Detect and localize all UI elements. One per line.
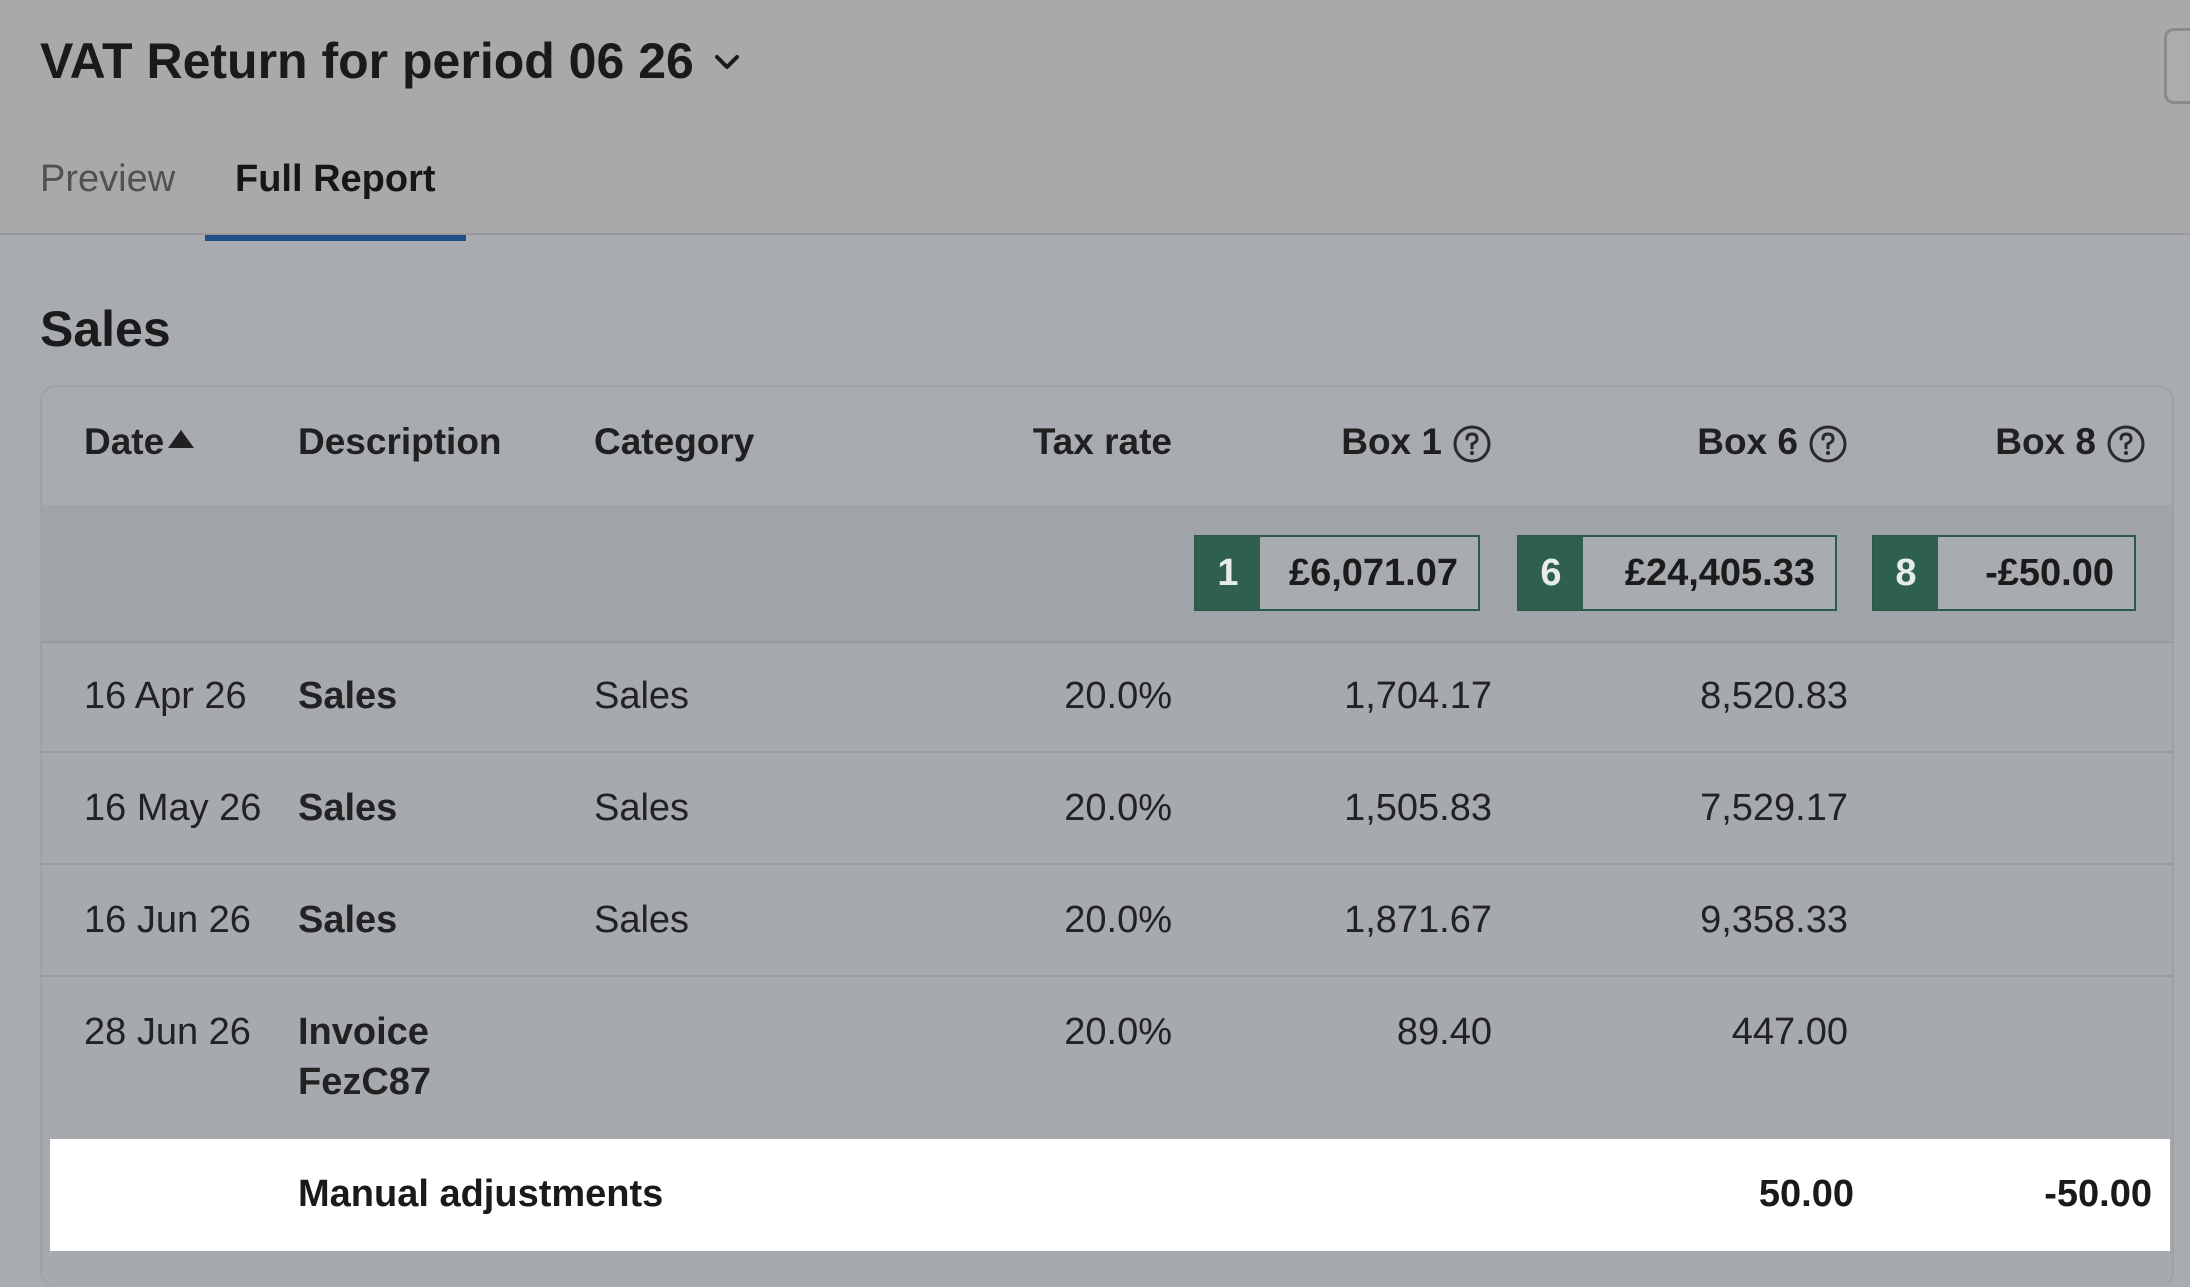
row-box1: 1,704.17 bbox=[1344, 675, 1492, 717]
help-icon[interactable] bbox=[1452, 424, 1492, 464]
box8-total-badge: 8 -£50.00 bbox=[1872, 535, 2136, 611]
row-tax-rate: 20.0% bbox=[1064, 1011, 1172, 1053]
box-amount: £24,405.33 bbox=[1624, 551, 1815, 594]
column-header-box6: Box 6 bbox=[1697, 421, 1848, 464]
box-number: 1 bbox=[1196, 537, 1260, 609]
box-number: 6 bbox=[1519, 537, 1583, 609]
row-category: Sales bbox=[594, 899, 690, 941]
manual-adjustments-row[interactable]: Manual adjustments 50.00 -50.00 bbox=[50, 1139, 2170, 1251]
row-box6: 9,358.33 bbox=[1700, 899, 1848, 941]
chevron-down-icon[interactable] bbox=[714, 54, 740, 72]
box-amount: -£50.00 bbox=[1985, 551, 2114, 594]
row-category: Sales bbox=[594, 787, 690, 829]
row-description-link[interactable]: Sales bbox=[298, 899, 397, 942]
manual-adjustments-label: Manual adjustments bbox=[298, 1173, 664, 1215]
title-row[interactable]: VAT Return for period 06 26 bbox=[40, 32, 740, 90]
box-amount: £6,071.07 bbox=[1288, 551, 1458, 594]
vat-table: Date Description Category Tax rate Box 1… bbox=[40, 385, 2174, 1287]
table-header-row: Date Description Category Tax rate Box 1… bbox=[42, 387, 2172, 507]
table-row: 16 May 26 Sales Sales 20.0% 1,505.83 7,5… bbox=[42, 753, 2172, 865]
row-date: 16 Apr 26 bbox=[84, 675, 247, 717]
row-box1: 1,871.67 bbox=[1344, 899, 1492, 941]
column-header-tax-rate[interactable]: Tax rate bbox=[1033, 421, 1172, 463]
row-box1: 89.40 bbox=[1396, 1011, 1492, 1053]
page-header: VAT Return for period 06 26 Preview Full… bbox=[0, 0, 2190, 241]
page-title: VAT Return for period 06 26 bbox=[40, 33, 694, 89]
table-row: 28 Jun 26 Invoice FezC87 20.0% 89.40 447… bbox=[42, 977, 2172, 1137]
box1-total-badge: 1 £6,071.07 bbox=[1194, 535, 1480, 611]
row-box1: 1,505.83 bbox=[1344, 787, 1492, 829]
table-row: 16 Jun 26 Sales Sales 20.0% 1,871.67 9,3… bbox=[42, 865, 2172, 977]
help-icon[interactable] bbox=[2106, 424, 2146, 464]
row-description-link[interactable]: Sales bbox=[298, 675, 397, 718]
box-number: 8 bbox=[1874, 537, 1938, 609]
tab-preview[interactable]: Preview bbox=[40, 152, 205, 229]
column-header-category[interactable]: Category bbox=[594, 421, 754, 463]
column-header-description[interactable]: Description bbox=[298, 421, 502, 463]
row-date: 16 May 26 bbox=[84, 787, 262, 829]
column-header-box1: Box 1 bbox=[1341, 421, 1492, 464]
row-description-link[interactable]: Invoice FezC87 bbox=[298, 1007, 498, 1107]
row-box6: 8,520.83 bbox=[1700, 675, 1848, 717]
manual-adjustments-box6: 50.00 bbox=[1758, 1173, 1854, 1215]
row-date: 28 Jun 26 bbox=[84, 1011, 251, 1053]
totals-row: 1 £6,071.07 6 £24,405.33 8 -£50.00 bbox=[42, 505, 2172, 643]
table-row: 16 Apr 26 Sales Sales 20.0% 1,704.17 8,5… bbox=[42, 641, 2172, 753]
row-box6: 7,529.17 bbox=[1700, 787, 1848, 829]
row-box6: 447.00 bbox=[1731, 1011, 1848, 1053]
row-date: 16 Jun 26 bbox=[84, 899, 251, 941]
tab-full-report[interactable]: Full Report bbox=[205, 152, 466, 241]
row-tax-rate: 20.0% bbox=[1064, 675, 1172, 717]
row-description-link[interactable]: Sales bbox=[298, 787, 397, 830]
section-title: Sales bbox=[40, 301, 171, 357]
column-header-date[interactable]: Date bbox=[84, 421, 195, 463]
row-category: Sales bbox=[594, 675, 690, 717]
row-tax-rate: 20.0% bbox=[1064, 787, 1172, 829]
manual-adjustments-box8: -50.00 bbox=[2044, 1173, 2152, 1215]
column-header-box8: Box 8 bbox=[1995, 421, 2146, 464]
sort-ascending-icon bbox=[168, 430, 195, 448]
row-tax-rate: 20.0% bbox=[1064, 899, 1172, 941]
box6-total-badge: 6 £24,405.33 bbox=[1517, 535, 1837, 611]
help-icon[interactable] bbox=[1808, 424, 1848, 464]
tab-bar: Preview Full Report bbox=[40, 152, 466, 241]
header-action-button[interactable] bbox=[2164, 28, 2190, 104]
